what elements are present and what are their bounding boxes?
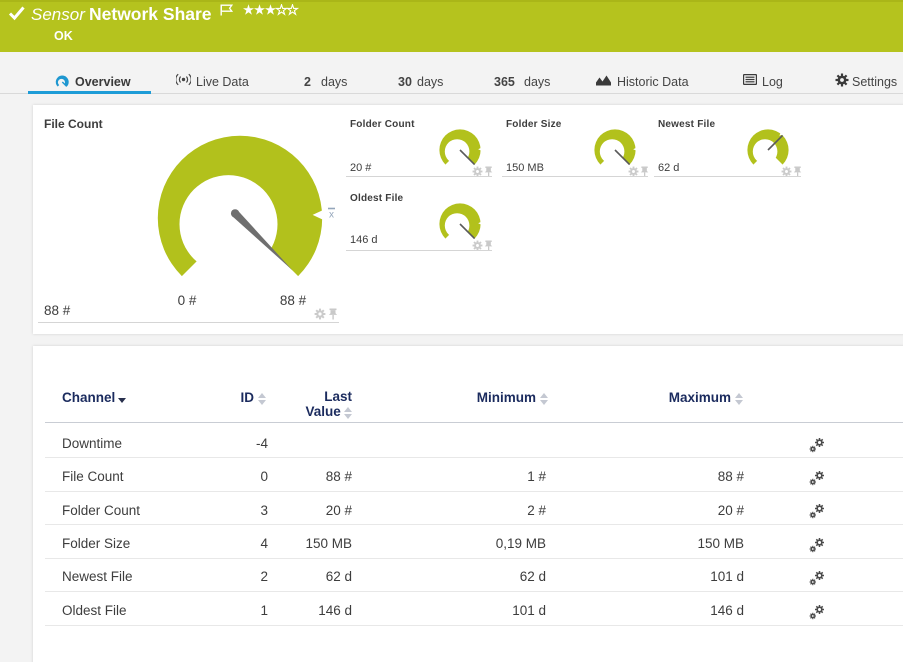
svg-text:x: x [329, 210, 334, 221]
